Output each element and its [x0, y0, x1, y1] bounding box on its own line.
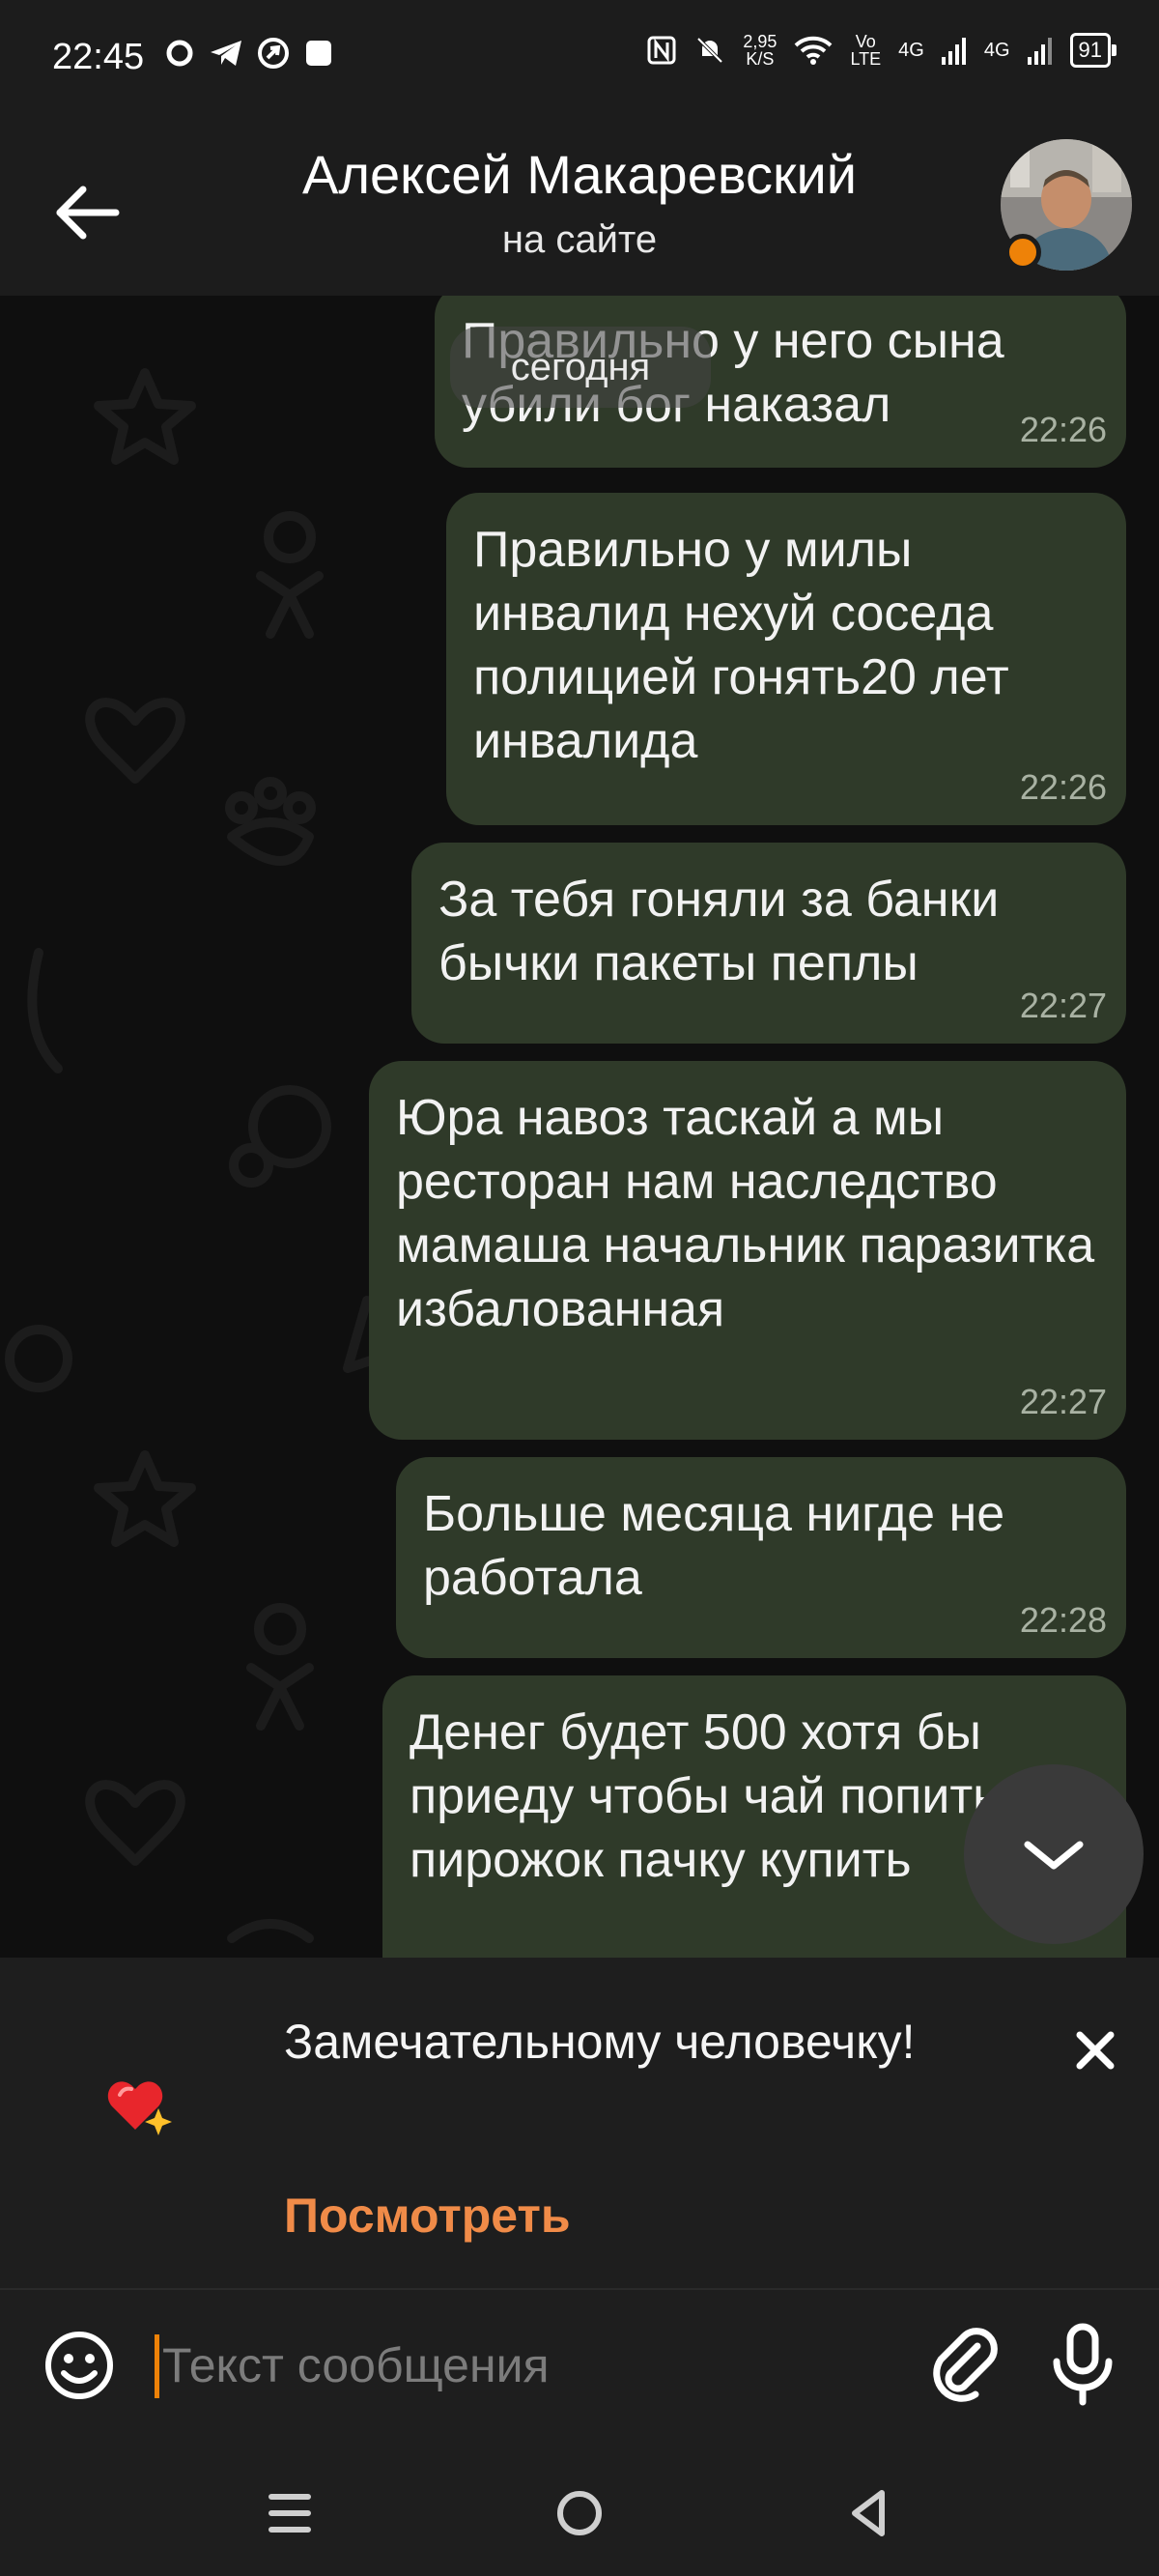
- message-composer: [0, 2288, 1159, 2452]
- volte-indicator: Vo LTE: [850, 33, 881, 68]
- message-time: 22:27: [1019, 1382, 1107, 1421]
- message-text: Правильно у милы инвалид нехуй соседа по…: [473, 522, 1009, 769]
- close-icon[interactable]: [1072, 2027, 1118, 2074]
- chat-header: Алексей Макаревский на сайте: [0, 116, 1159, 296]
- square-notification-icon: [306, 41, 331, 66]
- message-time: 22:27: [1019, 986, 1107, 1025]
- message-time: 22:26: [1019, 410, 1107, 449]
- microphone-icon[interactable]: [1049, 2321, 1117, 2408]
- date-chip: сегодня: [450, 327, 711, 408]
- status-bar: 22:45 2,95 K/S Vo LTE 4G 4G 91: [0, 0, 1159, 116]
- chat-area[interactable]: Правильно у него сына убили бог наказал …: [0, 296, 1159, 1958]
- battery-indicator: 91: [1069, 33, 1117, 68]
- signal-4g-2: 4G: [983, 39, 1010, 61]
- back-triangle-icon[interactable]: [835, 2479, 903, 2547]
- message-text: За тебя гоняли за банки бычки пакеты пеп…: [438, 872, 1000, 991]
- telegram-icon: [211, 41, 241, 66]
- heart-sparkle-icon: [107, 2081, 172, 2135]
- wifi-icon: [795, 36, 833, 65]
- paperclip-icon[interactable]: [927, 2325, 1004, 2406]
- online-indicator: [1004, 234, 1041, 271]
- menu-icon[interactable]: [256, 2479, 324, 2547]
- network-speed: 2,95 K/S: [743, 33, 777, 68]
- network-speed-unit: K/S: [746, 49, 775, 69]
- chat-notification-icon: [166, 40, 193, 67]
- network-speed-value: 2,95: [743, 32, 777, 51]
- view-link[interactable]: Посмотреть: [284, 2188, 571, 2244]
- smiley-icon[interactable]: [42, 2329, 116, 2402]
- mute-icon: [696, 37, 723, 64]
- promo-text: Замечательному человечку!: [284, 2015, 916, 2069]
- bg-ok-icon: [264, 511, 316, 563]
- message-input[interactable]: [155, 2321, 898, 2410]
- volte-bottom: LTE: [850, 49, 882, 69]
- message-text: Больше месяца нигде не работала: [423, 1486, 1005, 1606]
- status-time: 22:45: [52, 37, 145, 77]
- signal-bars-icon: [941, 38, 966, 65]
- message-bubble[interactable]: Больше месяца нигде не работала 22:28: [396, 1457, 1126, 1658]
- bg-star-icon-2: [94, 1450, 196, 1547]
- message-time: 22:26: [1019, 767, 1107, 807]
- system-nav-bar: [0, 2450, 1159, 2576]
- scroll-to-bottom-button[interactable]: [964, 1764, 1144, 1944]
- contact-name[interactable]: Алексей Макаревский: [0, 143, 1159, 206]
- bg-star-icon: [94, 368, 196, 465]
- message-bubble[interactable]: Правильно у милы инвалид нехуй соседа по…: [446, 493, 1126, 825]
- status-indicators: 2,95 K/S Vo LTE 4G 4G 91: [646, 33, 1117, 68]
- bg-paw-icon: [227, 817, 314, 866]
- volte-top: Vo: [855, 32, 876, 51]
- promo-banner: Замечательному человечку! Посмотреть: [0, 1958, 1159, 2288]
- message-time: 22:28: [1019, 1600, 1107, 1640]
- message-bubble[interactable]: За тебя гоняли за банки бычки пакеты пеп…: [411, 843, 1126, 1044]
- chevron-down-icon: [1024, 1841, 1084, 1870]
- contact-status: на сайте: [501, 218, 658, 261]
- nfc-icon: [647, 36, 676, 65]
- message-bubble[interactable]: Юра навоз таскай а мы ресторан нам насле…: [369, 1061, 1126, 1440]
- signal-bars-icon-2: [1027, 38, 1052, 65]
- message-text: Юра навоз таскай а мы ресторан нам насле…: [396, 1090, 1095, 1337]
- bg-heart-icon: [85, 698, 185, 784]
- app-notification-icon: [258, 38, 289, 69]
- home-circle-icon[interactable]: [546, 2479, 613, 2547]
- bg-heart-icon-2: [85, 1780, 185, 1866]
- signal-4g-1: 4G: [898, 39, 924, 61]
- notification-icons: [164, 37, 334, 70]
